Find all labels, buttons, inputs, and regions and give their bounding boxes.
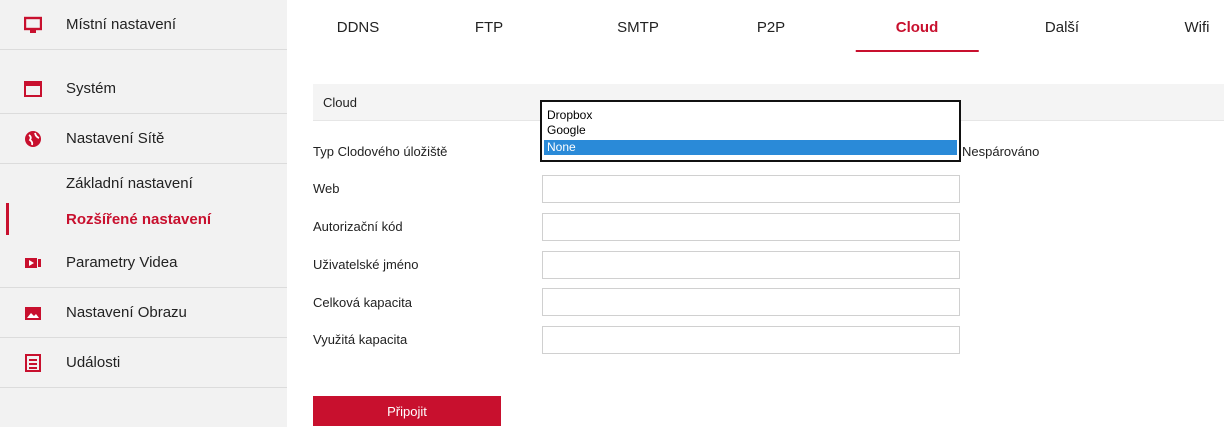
sidebar-item-local-settings[interactable]: Místní nastavení xyxy=(0,0,287,50)
tab-ddns[interactable]: DDNS xyxy=(297,0,420,50)
dropdown-option-none[interactable]: None xyxy=(544,140,957,155)
sidebar-item-network[interactable]: Nastavení Sítě xyxy=(0,114,287,164)
sidebar-item-image-settings[interactable]: Nastavení Obrazu xyxy=(0,288,287,338)
web-input[interactable] xyxy=(542,175,960,203)
sidebar-item-system[interactable]: Systém xyxy=(0,64,287,114)
dropdown-option-google[interactable]: Google xyxy=(544,123,957,138)
used-capacity-label: Využitá kapacita xyxy=(313,332,408,347)
username-input[interactable] xyxy=(542,251,960,279)
tab-p2p[interactable]: P2P xyxy=(717,0,825,50)
total-capacity-input[interactable] xyxy=(542,288,960,316)
tab-cloud[interactable]: Cloud xyxy=(855,0,979,52)
video-icon xyxy=(24,254,42,272)
globe-icon xyxy=(24,130,42,148)
sidebar-item-label: Systém xyxy=(66,80,117,97)
image-icon xyxy=(24,304,42,322)
total-capacity-label: Celková kapacita xyxy=(313,295,412,310)
sidebar: Místní nastavení Systém Nastavení Sítě Z… xyxy=(0,0,287,427)
storage-type-dropdown-list[interactable]: Dropbox Google None xyxy=(540,100,961,162)
connect-button[interactable]: Připojit xyxy=(313,396,501,426)
events-icon xyxy=(24,353,42,372)
auth-code-label: Autorizační kód xyxy=(313,219,403,234)
storage-type-label: Typ Clodového úložiště xyxy=(313,144,448,159)
sidebar-item-video-parameters[interactable]: Parametry Videa xyxy=(0,238,287,288)
sidebar-item-label: Události xyxy=(66,354,121,371)
tab-wifi[interactable]: Wifi xyxy=(1145,0,1224,50)
sidebar-subitem-label: Rozšířené nastavení xyxy=(66,210,212,228)
username-label: Uživatelské jméno xyxy=(313,257,419,272)
monitor-icon xyxy=(23,16,43,34)
sidebar-subitem-advanced-settings[interactable]: Rozšířené nastavení xyxy=(0,201,287,237)
tab-ftp[interactable]: FTP xyxy=(435,0,543,50)
tab-other[interactable]: Další xyxy=(1005,0,1119,50)
sidebar-item-label: Parametry Videa xyxy=(66,254,178,271)
used-capacity-input[interactable] xyxy=(542,326,960,354)
sidebar-item-label: Nastavení Sítě xyxy=(66,130,165,147)
sidebar-item-events[interactable]: Události xyxy=(0,338,287,388)
tab-bar: DDNS FTP SMTP P2P Cloud Další Wifi xyxy=(287,0,1224,52)
dropdown-option-dropbox[interactable]: Dropbox xyxy=(544,108,957,123)
sidebar-subitem-basic-settings[interactable]: Základní nastavení xyxy=(0,165,287,201)
system-window-icon xyxy=(24,80,42,98)
auth-code-input[interactable] xyxy=(542,213,960,241)
sidebar-subitem-label: Základní nastavení xyxy=(66,174,193,192)
tab-smtp[interactable]: SMTP xyxy=(577,0,699,50)
web-label: Web xyxy=(313,181,340,196)
sidebar-item-label: Nastavení Obrazu xyxy=(66,304,187,321)
section-title: Cloud xyxy=(323,95,357,110)
pairing-status: Nespárováno xyxy=(962,144,1040,159)
sidebar-item-label: Místní nastavení xyxy=(66,16,177,33)
